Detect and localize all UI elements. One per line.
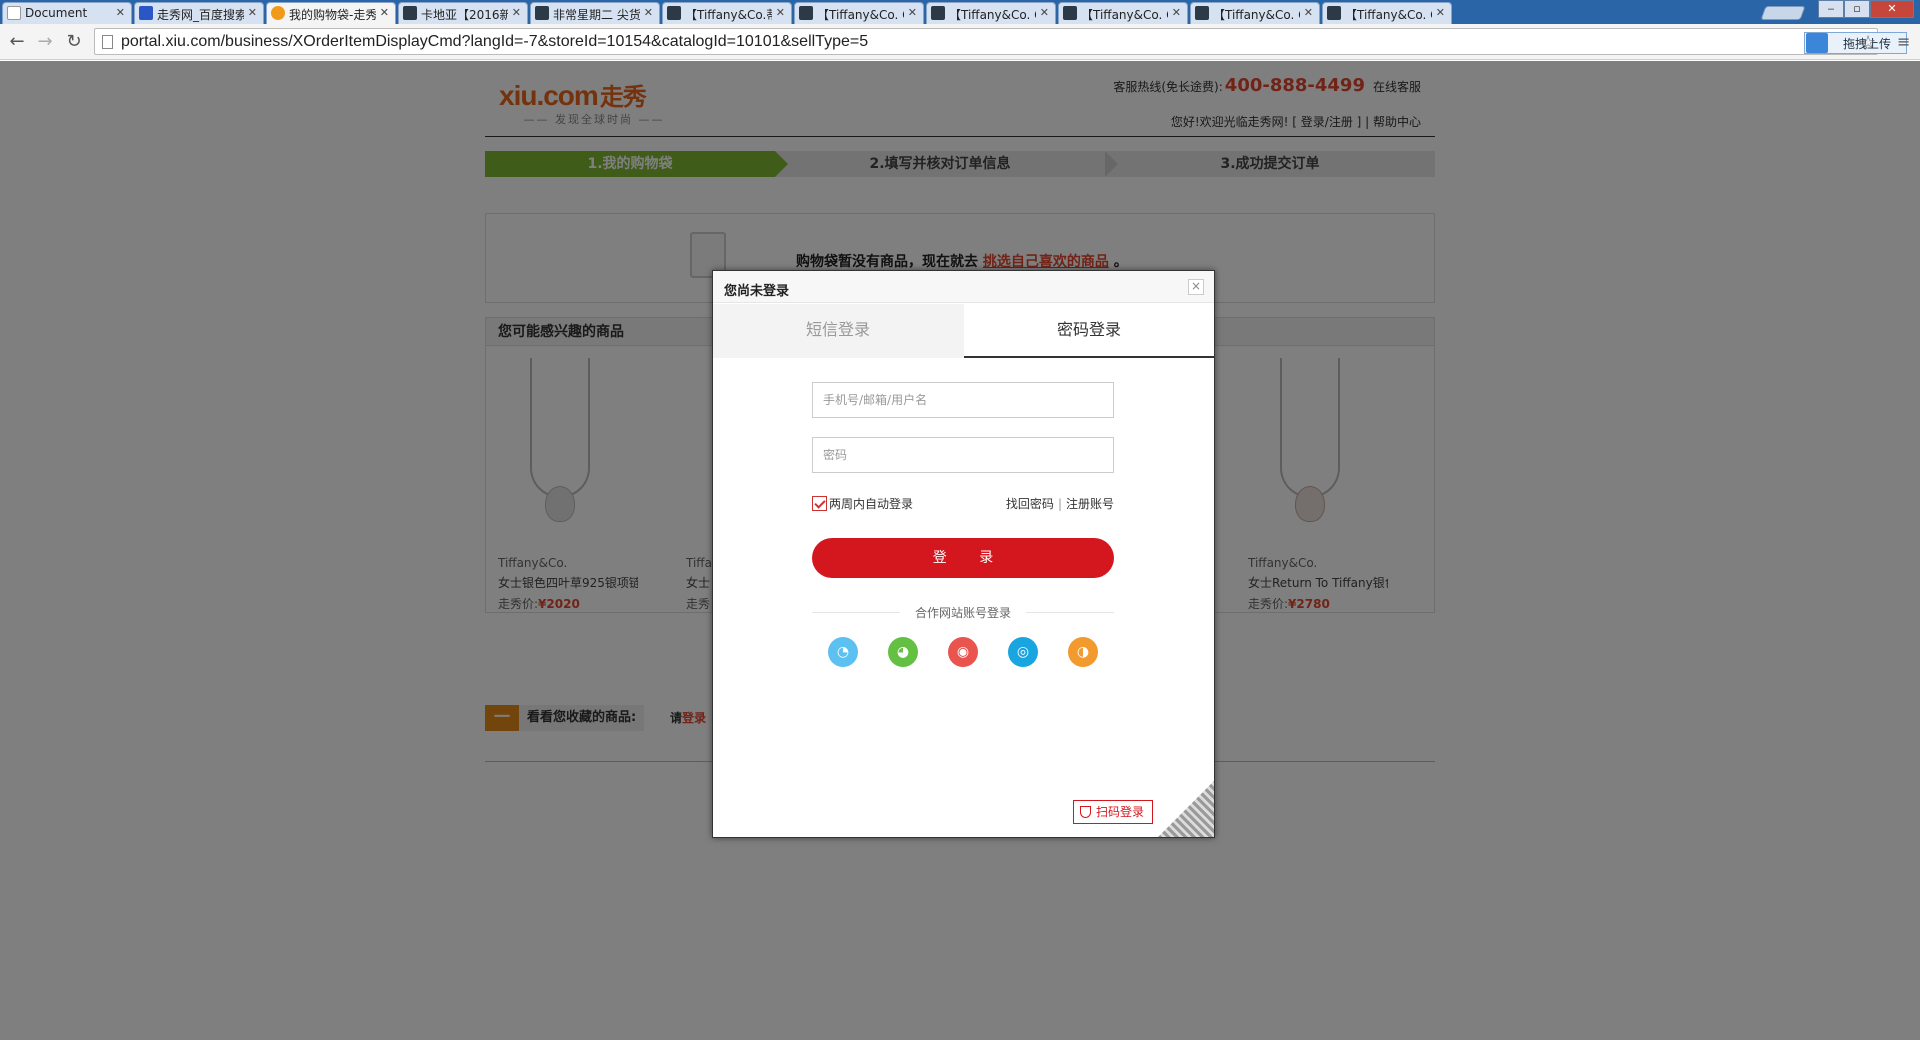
tab-sms-login[interactable]: 短信登录 — [713, 304, 963, 358]
tab-password-login[interactable]: 密码登录 — [964, 304, 1214, 358]
login-button[interactable]: 登 录 — [812, 538, 1114, 578]
window-controls: ‒ ▫ ✕ — [1818, 0, 1914, 18]
browser-tab[interactable]: 非常星期二 尖货大✕ — [530, 2, 660, 24]
document-favicon-icon — [7, 6, 21, 20]
login-dialog: 您尚未登录 × 短信登录 密码登录 两周内自动登录 找回密码|注册账号 登 录 … — [712, 270, 1215, 838]
forgot-password-link[interactable]: 找回密码 — [1006, 497, 1054, 511]
browser-tab[interactable]: 【Tiffany&Co.蒂芙✕ — [662, 2, 792, 24]
alipay-icon[interactable]: ◎ — [1008, 637, 1038, 667]
xiu-favicon-icon — [1063, 6, 1077, 20]
xiu-favicon-icon — [403, 6, 417, 20]
shield-icon — [1080, 806, 1091, 818]
social-login-icons: ◔ ◕ ◉ ◎ ◑ — [828, 637, 1098, 669]
minimize-icon[interactable]: ‒ — [1818, 0, 1844, 18]
partner-login-divider: 合作网站账号登录 — [812, 604, 1114, 620]
back-arrow-icon[interactable]: ← — [5, 30, 29, 54]
xiu-favicon-icon — [271, 6, 285, 20]
qr-code-corner-icon[interactable] — [1158, 781, 1214, 837]
maximize-icon[interactable]: ▫ — [1844, 0, 1870, 18]
browser-toolbar: ← → ↻ portal.xiu.com/business/XOrderItem… — [0, 24, 1920, 60]
browser-tab[interactable]: 【Tiffany&Co. GR✕ — [794, 2, 924, 24]
xiu-favicon-icon — [931, 6, 945, 20]
browser-tab-strip: Document✕ 走秀网_百度搜索✕ 我的购物袋-走秀网✕ 卡地亚【2016新… — [0, 0, 1920, 25]
qr-login-button[interactable]: 扫码登录 — [1073, 800, 1154, 824]
tab-close-icon[interactable]: ✕ — [776, 6, 785, 19]
cloud-upload-icon — [1806, 33, 1828, 53]
xiu-favicon-icon — [535, 6, 549, 20]
new-tab-button[interactable] — [1760, 6, 1806, 20]
weibo-icon[interactable]: ◉ — [948, 637, 978, 667]
tab-close-icon[interactable]: ✕ — [908, 6, 917, 19]
browser-tab[interactable]: Document ✕ — [2, 2, 132, 24]
username-input[interactable] — [813, 383, 1113, 417]
tab-close-icon[interactable]: ✕ — [1304, 6, 1313, 19]
bookmark-star-icon[interactable]: ☆ — [1860, 32, 1876, 53]
tab-close-icon[interactable]: ✕ — [644, 6, 653, 19]
login-tabs: 短信登录 密码登录 — [713, 304, 1214, 358]
browser-tab[interactable]: 走秀网_百度搜索 ✕ — [134, 2, 264, 24]
username-field[interactable] — [812, 382, 1114, 418]
dialog-title: 您尚未登录 — [724, 284, 790, 299]
remember-label: 两周内自动登录 — [829, 497, 914, 511]
tab-close-icon[interactable]: ✕ — [1040, 6, 1049, 19]
browser-tab[interactable]: 【Tiffany&Co. GR✕ — [1058, 2, 1188, 24]
tab-close-icon[interactable]: ✕ — [248, 6, 257, 19]
remember-me[interactable]: 两周内自动登录 — [812, 495, 913, 512]
close-icon[interactable]: × — [1188, 279, 1204, 295]
xiu-favicon-icon — [667, 6, 681, 20]
browser-tab-active[interactable]: 我的购物袋-走秀网✕ — [266, 2, 396, 25]
browser-tab[interactable]: 卡地亚【2016新款✕ — [398, 2, 528, 24]
tab-close-icon[interactable]: ✕ — [116, 6, 125, 19]
browser-tab[interactable]: 【Tiffany&Co. GR✕ — [1322, 2, 1452, 24]
divider-line — [1026, 612, 1114, 613]
page-icon — [102, 35, 113, 49]
password-field[interactable] — [812, 437, 1114, 473]
address-url[interactable]: portal.xiu.com/business/XOrderItemDispla… — [121, 33, 868, 51]
reload-icon[interactable]: ↻ — [62, 30, 86, 54]
account-links: 找回密码 | 注册账号 — [1005, 497, 1114, 511]
window-close-icon[interactable]: ✕ — [1870, 0, 1914, 18]
browser-tab[interactable]: 【Tiffany&Co. GR✕ — [926, 2, 1056, 24]
tab-close-icon[interactable]: ✕ — [380, 6, 389, 19]
xiu-favicon-icon — [1195, 6, 1209, 20]
browser-menu-icon[interactable]: ≡ — [1897, 32, 1910, 51]
wechat-icon[interactable]: ◕ — [888, 637, 918, 667]
register-link[interactable]: 注册账号 — [1066, 497, 1114, 511]
baidu-favicon-icon — [139, 6, 153, 20]
password-input[interactable] — [813, 438, 1113, 472]
drag-upload-extension-button[interactable]: 拖拽上传 — [1804, 32, 1907, 54]
xiu-favicon-icon — [799, 6, 813, 20]
remember-checkbox[interactable] — [812, 496, 827, 511]
address-bar[interactable]: portal.xiu.com/business/XOrderItemDispla… — [94, 28, 1907, 55]
taobao-icon[interactable]: ◑ — [1068, 637, 1098, 667]
xiu-favicon-icon — [1327, 6, 1341, 20]
qq-icon[interactable]: ◔ — [828, 637, 858, 667]
forward-arrow-icon[interactable]: → — [33, 30, 57, 54]
tab-close-icon[interactable]: ✕ — [1172, 6, 1181, 19]
dialog-header: 您尚未登录 × — [713, 271, 1214, 303]
tab-close-icon[interactable]: ✕ — [1436, 6, 1445, 19]
tab-close-icon[interactable]: ✕ — [512, 6, 521, 19]
browser-tab[interactable]: 【Tiffany&Co. GR✕ — [1190, 2, 1320, 24]
